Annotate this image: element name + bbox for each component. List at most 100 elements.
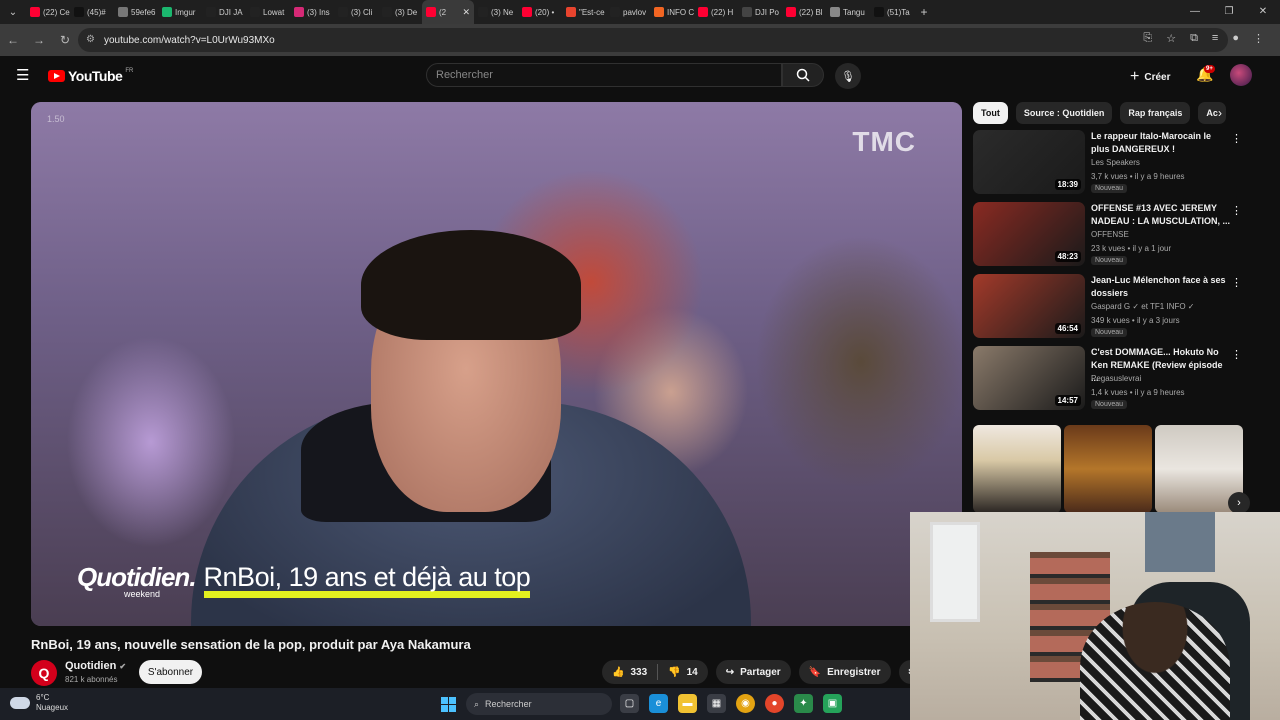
install-icon[interactable]: ⎘ (1143, 32, 1152, 45)
browser-tab[interactable]: Imgur (158, 0, 202, 24)
share-button[interactable]: ↪ Partager (715, 660, 791, 684)
browser-tab[interactable]: (3) Ins (290, 0, 334, 24)
tab-search-dropdown[interactable]: ⌄ (0, 0, 26, 24)
browser-tab[interactable]: (3) Ne (474, 0, 518, 24)
filter-chip[interactable]: Rap français (1120, 102, 1191, 124)
channel-name[interactable]: Quotidien (65, 660, 116, 672)
recommended-video[interactable]: 48:23 OFFENSE #13 AVEC JEREMY NADEAU : LA… (973, 202, 1253, 266)
browser-tab[interactable]: pavlov (606, 0, 650, 24)
back-icon[interactable]: ← (0, 33, 26, 47)
recommended-video-title[interactable]: OFFENSE #13 AVEC JEREMY NADEAU : LA MUSC… (1091, 202, 1231, 228)
search-button[interactable] (782, 63, 824, 87)
browser-tab[interactable]: DJI JA (202, 0, 246, 24)
tab-label: DJI JA (219, 7, 243, 17)
channel-name-row[interactable]: Quotidien ✔ (65, 660, 126, 672)
browser-tab[interactable]: (3) Cli (334, 0, 378, 24)
browser-tab[interactable]: (20) • (518, 0, 562, 24)
video-thumbnail[interactable]: 48:23 (973, 202, 1085, 266)
browser-tab[interactable]: (22) Bl (782, 0, 826, 24)
tab-close-icon[interactable]: ✕ (462, 7, 470, 18)
tab-favicon-icon (654, 7, 664, 17)
url-field[interactable]: ⚙ youtube.com/watch?v=L0UrWu93MXo (78, 28, 1228, 52)
windows-start-icon[interactable] (441, 697, 456, 712)
media-icon[interactable]: ≡ (1212, 32, 1218, 45)
shorts-next-icon[interactable]: › (1228, 492, 1250, 514)
close-window-icon[interactable]: ✕ (1246, 0, 1280, 24)
browser-menu-icon[interactable]: ⋮ (1253, 32, 1264, 45)
youtube-logo[interactable]: YouTube FR (48, 68, 133, 84)
maximize-icon[interactable]: ❐ (1212, 0, 1246, 24)
weather-widget[interactable]: 6°C Nuageux (10, 693, 68, 713)
hamburger-menu-icon[interactable]: ☰ (16, 66, 29, 84)
app-icon[interactable]: ✦ (794, 694, 813, 713)
logo-text: YouTube (68, 68, 123, 84)
more-options-icon[interactable]: ⋮ (1231, 132, 1242, 145)
video-thumbnail[interactable]: 14:57 (973, 346, 1085, 410)
search-input[interactable]: Rechercher (426, 63, 782, 87)
minimize-icon[interactable]: — (1178, 0, 1212, 24)
recommended-video-title[interactable]: Le rappeur Italo-Marocain le plus DANGER… (1091, 130, 1231, 156)
profile-icon[interactable]: ● (1232, 32, 1239, 45)
store-icon[interactable]: ▦ (707, 694, 726, 713)
browser-tab[interactable]: INFO C (650, 0, 694, 24)
browser-tab[interactable]: (3) De (378, 0, 422, 24)
filter-chip[interactable]: Source : Quotidien (1015, 102, 1113, 124)
subscribe-button[interactable]: S'abonner (139, 660, 202, 684)
browser-tab[interactable]: DJI Po (738, 0, 782, 24)
edge-icon[interactable]: e (649, 694, 668, 713)
tab-label: (3) De (395, 7, 418, 17)
recommended-channel[interactable]: Gaspard G ✓ et TF1 INFO ✓ (1091, 302, 1195, 311)
browser-tab[interactable]: (51)Ta (870, 0, 914, 24)
recommended-video[interactable]: 18:39 Le rappeur Italo-Marocain le plus D… (973, 130, 1253, 194)
extensions-icon[interactable]: ⧉ (1190, 32, 1198, 45)
filter-chip[interactable]: Tout (973, 102, 1008, 124)
voice-search-button[interactable]: 🎙 (835, 63, 861, 89)
video-player[interactable]: 1.50 TMC Quotidien. RnBoi, 19 ans et déj… (31, 102, 962, 626)
tab-label: (45)# (87, 7, 106, 17)
chrome-icon[interactable]: ◉ (736, 694, 755, 713)
video-thumbnail[interactable]: 18:39 (973, 130, 1085, 194)
bookmark-star-icon[interactable]: ☆ (1166, 32, 1176, 45)
dislike-button[interactable]: 👎 14 (658, 660, 708, 684)
site-info-icon[interactable]: ⚙ (86, 34, 95, 45)
reload-icon[interactable]: ↻ (52, 33, 78, 47)
browser-tab[interactable]: Lowat (246, 0, 290, 24)
new-badge: Nouveau (1091, 184, 1128, 193)
recommended-video[interactable]: 46:54 Jean-Luc Mélenchon face à ses dossi… (973, 274, 1253, 338)
video-thumbnail[interactable]: 46:54 (973, 274, 1085, 338)
caption-sub: weekend (124, 589, 161, 599)
like-button[interactable]: 👍 333 (602, 660, 657, 684)
browser-tab[interactable]: (2 ✕ (422, 0, 474, 24)
create-button[interactable]: + Créer (1130, 68, 1170, 86)
channel-avatar[interactable]: Q (31, 660, 57, 686)
forward-icon[interactable]: → (26, 33, 52, 47)
task-view-icon[interactable]: ▢ (620, 694, 639, 713)
browser-tab[interactable]: (45)# (70, 0, 114, 24)
recommended-channel[interactable]: Les Speakers (1091, 158, 1140, 167)
browser-tab[interactable]: "Est-ce (562, 0, 606, 24)
browser-tab[interactable]: 59efe6 (114, 0, 158, 24)
tab-favicon-icon (426, 7, 436, 17)
new-tab-button[interactable]: + (914, 5, 934, 19)
firefox-icon[interactable]: ● (765, 694, 784, 713)
taskbar-search[interactable]: ⌕ Rechercher (466, 693, 612, 715)
short-thumbnail[interactable] (1064, 425, 1152, 513)
more-options-icon[interactable]: ⋮ (1231, 204, 1242, 217)
app-icon[interactable]: ▣ (823, 694, 842, 713)
file-explorer-icon[interactable]: ▬ (678, 694, 697, 713)
account-avatar[interactable] (1230, 64, 1252, 86)
recommended-video[interactable]: 14:57 C'est DOMMAGE... Hokuto No Ken REMA… (973, 346, 1253, 410)
chips-next-icon[interactable]: › (1218, 106, 1222, 120)
browser-tab[interactable]: (22) Ce (26, 0, 70, 24)
short-thumbnail[interactable] (973, 425, 1061, 513)
recommended-channel[interactable]: OFFENSE (1091, 230, 1129, 239)
browser-tab[interactable]: Tangu (826, 0, 870, 24)
browser-tab[interactable]: (22) H (694, 0, 738, 24)
video-actions: 👍333 👎14 ↪ Partager 🔖 Enregistrer ✂ (602, 660, 927, 684)
recommended-channel[interactable]: Pegasuslevrai (1091, 374, 1141, 383)
more-options-icon[interactable]: ⋮ (1231, 348, 1242, 361)
save-button[interactable]: 🔖 Enregistrer (798, 660, 891, 684)
create-label: Créer (1144, 71, 1171, 83)
more-options-icon[interactable]: ⋮ (1231, 276, 1242, 289)
recommended-video-title[interactable]: Jean-Luc Mélenchon face à ses dossiers (1091, 274, 1231, 300)
